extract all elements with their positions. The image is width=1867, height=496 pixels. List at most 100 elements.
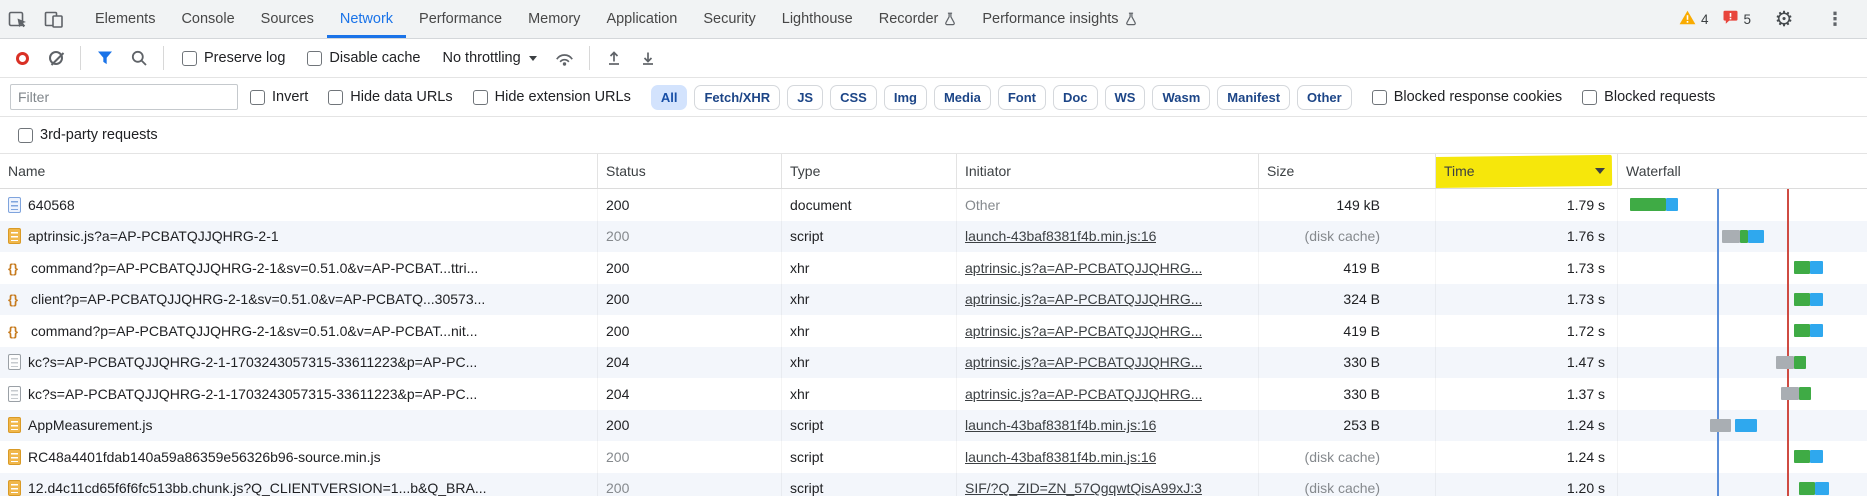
filter-chip-js[interactable]: JS: [787, 84, 824, 110]
column-header-status[interactable]: Status: [598, 154, 782, 188]
request-type: xhr: [782, 283, 957, 315]
filter-input[interactable]: [10, 84, 238, 110]
clear-button[interactable]: [42, 44, 70, 72]
disable-cache-checkbox[interactable]: Disable cache: [307, 50, 420, 66]
request-row[interactable]: 12.d4c11cd65f6f6fc513bb.chunk.js?Q_CLIEN…: [0, 472, 1867, 496]
request-initiator-cell: launch-43baf8381f4b.min.js:16: [957, 409, 1259, 441]
request-waterfall: [1618, 473, 1867, 496]
blocked-requests-label: Blocked requests: [1604, 89, 1716, 105]
tab-network[interactable]: Network: [327, 0, 406, 38]
tab-memory[interactable]: Memory: [515, 0, 593, 38]
request-waterfall: [1618, 410, 1867, 442]
request-row[interactable]: aptrinsic.js?a=AP-PCBATQJJQHRG-2-1 200 s…: [0, 220, 1867, 252]
record-button[interactable]: [8, 44, 36, 72]
filter-chip-img[interactable]: Img: [883, 84, 927, 110]
waterfall-bar-green: [1794, 355, 1806, 369]
filter-chip-other[interactable]: Other: [1297, 84, 1352, 110]
request-initiator[interactable]: aptrinsic.js?a=AP-PCBATQJJQHRG...: [965, 323, 1202, 339]
errors-badge[interactable]: 5: [1723, 10, 1751, 28]
column-header-type[interactable]: Type: [782, 154, 957, 188]
tab-lighthouse[interactable]: Lighthouse: [769, 0, 866, 38]
filter-chip-all[interactable]: All: [650, 84, 688, 110]
column-header-name[interactable]: Name: [0, 154, 598, 188]
hide-data-urls-checkbox[interactable]: Hide data URLs: [328, 89, 453, 105]
throttling-select[interactable]: No throttling: [442, 50, 537, 66]
request-row[interactable]: command?p=AP-PCBATQJJQHRG-2-1&sv=0.51.0&…: [0, 315, 1867, 347]
tab-security[interactable]: Security: [690, 0, 768, 38]
tab-label: Security: [703, 11, 756, 27]
tab-application[interactable]: Application: [593, 0, 690, 38]
request-initiator[interactable]: launch-43baf8381f4b.min.js:16: [965, 417, 1156, 433]
invert-label: Invert: [272, 89, 309, 105]
filter-chip-doc[interactable]: Doc: [1052, 84, 1098, 110]
settings-gear-icon[interactable]: ⚙: [1766, 9, 1802, 30]
device-toolbar-icon[interactable]: [36, 0, 72, 38]
inspect-icon[interactable]: [0, 0, 36, 38]
tab-sources[interactable]: Sources: [248, 0, 327, 38]
request-row[interactable]: client?p=AP-PCBATQJJQHRG-2-1&sv=0.51.0&v…: [0, 283, 1867, 315]
invert-checkbox[interactable]: Invert: [250, 89, 308, 105]
tab-performance-insights[interactable]: Performance insights: [969, 0, 1149, 38]
script-file-icon: [8, 417, 21, 434]
tab-recorder[interactable]: Recorder: [866, 0, 970, 38]
request-row[interactable]: RC48a4401fdab140a59a86359e56326b96-sourc…: [0, 441, 1867, 473]
request-type: xhr: [782, 252, 957, 284]
search-icon[interactable]: [125, 44, 153, 72]
column-header-time[interactable]: Time: [1436, 154, 1618, 188]
request-initiator[interactable]: launch-43baf8381f4b.min.js:16: [965, 449, 1156, 465]
request-initiator[interactable]: aptrinsic.js?a=AP-PCBATQJJQHRG...: [965, 291, 1202, 307]
column-header-time-label: Time: [1444, 163, 1475, 179]
import-har-icon[interactable]: [600, 44, 628, 72]
request-initiator[interactable]: launch-43baf8381f4b.min.js:16: [965, 228, 1156, 244]
tab-elements[interactable]: Elements: [82, 0, 168, 38]
checkbox-box: [1371, 89, 1387, 105]
filter-chip-ws[interactable]: WS: [1104, 84, 1146, 110]
request-row[interactable]: AppMeasurement.js 200 script launch-43ba…: [0, 409, 1867, 442]
request-initiator[interactable]: aptrinsic.js?a=AP-PCBATQJJQHRG...: [965, 260, 1202, 276]
tab-console[interactable]: Console: [168, 0, 247, 38]
network-conditions-icon[interactable]: [551, 44, 579, 72]
filter-chip-wasm[interactable]: Wasm: [1152, 84, 1211, 110]
filter-funnel-icon[interactable]: [91, 44, 119, 72]
preserve-log-label: Preserve log: [204, 50, 286, 66]
request-type: document: [782, 189, 957, 221]
filter-chip-fetch-xhr[interactable]: Fetch/XHR: [694, 84, 781, 110]
tab-performance[interactable]: Performance: [406, 0, 515, 38]
preserve-log-checkbox[interactable]: Preserve log: [182, 50, 285, 66]
third-party-requests-checkbox[interactable]: 3rd-party requests: [18, 127, 158, 143]
request-time: 1.79 s: [1436, 189, 1618, 221]
warnings-badge[interactable]: 4: [1679, 10, 1708, 28]
waterfall-bar-green: [1794, 292, 1810, 306]
waterfall-bar-green: [1794, 324, 1810, 337]
column-header-initiator[interactable]: Initiator: [957, 154, 1259, 188]
filter-chip-font[interactable]: Font: [997, 84, 1046, 110]
filter-chip-manifest[interactable]: Manifest: [1217, 84, 1291, 110]
request-initiator[interactable]: SIF/?Q_ZID=ZN_57QgqwtQisA99xJ:3: [965, 480, 1202, 496]
column-header-size[interactable]: Size: [1259, 154, 1436, 188]
blocked-requests-checkbox[interactable]: Blocked requests: [1582, 89, 1715, 105]
network-rows: 640568 200 document Other 149 kB 1.79 s …: [0, 189, 1867, 496]
waterfall-bar-gray: [1776, 355, 1794, 369]
third-party-requests-label: 3rd-party requests: [40, 127, 158, 143]
kebab-menu-icon[interactable]: ⋮: [1817, 9, 1853, 30]
request-row[interactable]: 640568 200 document Other 149 kB 1.79 s: [0, 189, 1867, 221]
request-row[interactable]: kc?s=AP-PCBATQJJQHRG-2-1-1703243057315-3…: [0, 378, 1867, 410]
request-initiator[interactable]: aptrinsic.js?a=AP-PCBATQJJQHRG...: [965, 354, 1202, 370]
filter-chip-css[interactable]: CSS: [830, 84, 877, 110]
hide-extension-urls-checkbox[interactable]: Hide extension URLs: [472, 89, 631, 105]
request-initiator[interactable]: aptrinsic.js?a=AP-PCBATQJJQHRG...: [965, 386, 1202, 402]
request-row[interactable]: kc?s=AP-PCBATQJJQHRG-2-1-1703243057315-3…: [0, 346, 1867, 378]
request-name: AppMeasurement.js: [28, 417, 153, 434]
request-size: (disk cache): [1259, 220, 1436, 252]
blocked-response-cookies-checkbox[interactable]: Blocked response cookies: [1371, 89, 1562, 105]
column-header-waterfall[interactable]: Waterfall: [1618, 154, 1867, 188]
request-initiator-cell: Other: [957, 189, 1259, 221]
export-har-icon[interactable]: [634, 44, 662, 72]
request-initiator-cell: launch-43baf8381f4b.min.js:16: [957, 441, 1259, 473]
tab-label: Memory: [528, 11, 581, 27]
checkbox-box: [1582, 89, 1598, 105]
request-row[interactable]: command?p=AP-PCBATQJJQHRG-2-1&sv=0.51.0&…: [0, 252, 1867, 284]
waterfall-bar-blue: [1810, 324, 1823, 337]
waterfall-bar-blue: [1810, 261, 1823, 274]
filter-chip-media[interactable]: Media: [933, 84, 991, 110]
